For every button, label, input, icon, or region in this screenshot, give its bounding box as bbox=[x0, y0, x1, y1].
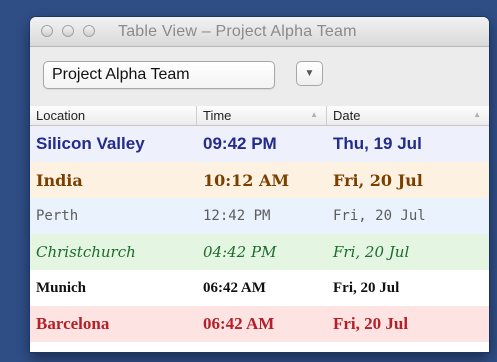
time-cell: 04:42 PM bbox=[203, 243, 277, 261]
triangle-down-icon: ▼ bbox=[304, 68, 315, 79]
column-header-label: Date bbox=[333, 108, 361, 123]
table-row[interactable]: Christchurch 04:42 PM Fri, 20 Jul bbox=[30, 234, 489, 270]
sort-ascending-icon: ▲ bbox=[310, 110, 318, 119]
location-cell: Perth bbox=[36, 208, 79, 224]
app-window: Table View – Project Alpha Team Project … bbox=[30, 17, 489, 352]
time-cell: 10:12 AM bbox=[203, 170, 290, 190]
table-row[interactable]: India 10:12 AM Fri, 20 Jul bbox=[30, 162, 489, 198]
column-header-label: Location bbox=[36, 108, 86, 123]
date-cell: Fri, 20 Jul bbox=[333, 314, 409, 333]
date-cell: Fri, 20 Jul bbox=[333, 208, 426, 224]
time-cell: 09:42 PM bbox=[203, 134, 277, 153]
zoom-window-button[interactable] bbox=[83, 25, 95, 37]
column-header-label: Time bbox=[203, 108, 232, 123]
column-header-time[interactable]: Time ▲ bbox=[197, 106, 327, 125]
sort-ascending-icon: ▲ bbox=[473, 110, 481, 119]
location-cell: Munich bbox=[36, 279, 87, 296]
minimize-window-button[interactable] bbox=[62, 25, 74, 37]
column-header-date[interactable]: Date ▲ bbox=[327, 106, 489, 125]
close-window-button[interactable] bbox=[41, 25, 53, 37]
table-row[interactable]: Silicon Valley 09:42 PM Thu, 19 Jul bbox=[30, 126, 489, 162]
team-popup-label: Project Alpha Team bbox=[52, 66, 190, 83]
table-row[interactable]: Barcelona 06:42 AM Fri, 20 Jul bbox=[30, 306, 489, 342]
location-cell: Christchurch bbox=[36, 243, 136, 261]
toolbar: Project Alpha Team ▼ bbox=[30, 47, 489, 107]
time-cell: 06:42 AM bbox=[203, 279, 266, 296]
location-cell: India bbox=[36, 170, 83, 190]
location-cell: Silicon Valley bbox=[36, 134, 145, 153]
team-popup-button[interactable]: Project Alpha Team bbox=[43, 61, 275, 89]
time-cell: 06:42 AM bbox=[203, 314, 275, 333]
date-cell: Fri, 20 Jul bbox=[333, 279, 400, 296]
table-row[interactable]: Munich 06:42 AM Fri, 20 Jul bbox=[30, 270, 489, 306]
table-header: Location Time ▲ Date ▲ bbox=[30, 106, 489, 126]
column-header-location[interactable]: Location bbox=[30, 106, 197, 125]
window-title: Table View – Project Alpha Team bbox=[118, 23, 357, 40]
window-controls bbox=[41, 25, 95, 37]
team-dropdown-button[interactable]: ▼ bbox=[296, 61, 323, 86]
date-cell: Thu, 19 Jul bbox=[333, 134, 422, 153]
date-cell: Fri, 20 Jul bbox=[333, 170, 423, 190]
date-cell: Fri, 20 Jul bbox=[333, 243, 410, 261]
title-bar: Table View – Project Alpha Team bbox=[30, 17, 489, 47]
timezone-table: Location Time ▲ Date ▲ Silicon Valley 09… bbox=[30, 106, 489, 352]
location-cell: Barcelona bbox=[36, 314, 110, 333]
time-cell: 12:42 PM bbox=[203, 208, 271, 224]
table-row[interactable]: Perth 12:42 PM Fri, 20 Jul bbox=[30, 198, 489, 234]
